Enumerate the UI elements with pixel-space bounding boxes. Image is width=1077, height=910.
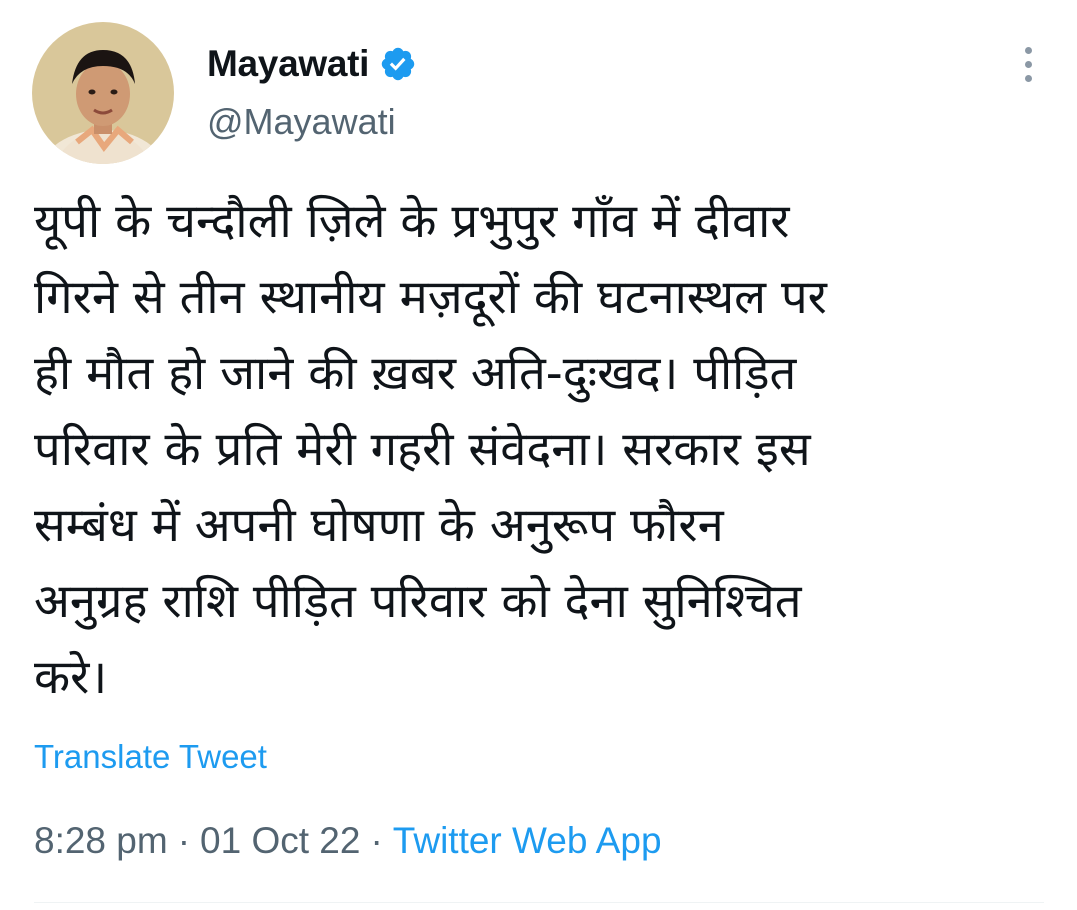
meta-separator: · [370,820,383,861]
tweet-card: Mayawati @Mayawati यूपी के चन्दौली ज़िले… [0,0,1077,910]
translate-tweet-link[interactable]: Translate Tweet [34,738,267,776]
tweet-metadata: 8:28 pm · 01 Oct 22 · Twitter Web App [34,820,662,862]
profile-photo-icon [32,22,174,164]
meta-separator: · [177,820,191,861]
avatar[interactable] [32,22,174,164]
author-handle[interactable]: @Mayawati [207,101,396,143]
tweet-date[interactable]: 01 Oct 22 [200,820,360,862]
tweet-time[interactable]: 8:28 pm [34,820,168,862]
tweet-text: यूपी के चन्दौली ज़िले के प्रभुपुर गाँव म… [34,194,827,705]
more-options-icon[interactable] [1010,40,1046,88]
author-name-row: Mayawati [207,40,417,88]
author-display-name[interactable]: Mayawati [207,43,369,85]
verified-badge-icon [379,45,417,83]
tweet-source-link[interactable]: Twitter Web App [393,820,662,862]
divider [34,902,1044,903]
